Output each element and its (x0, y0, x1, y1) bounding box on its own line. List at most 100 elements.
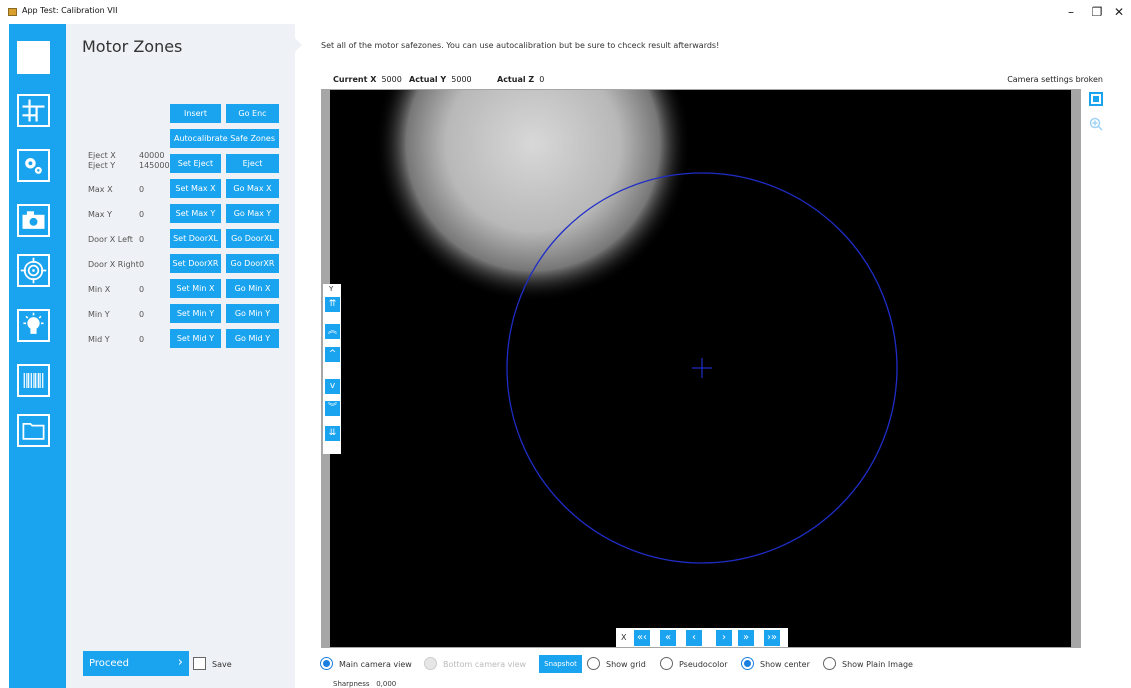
minimize-button[interactable]: – (1061, 5, 1081, 19)
x-right-fast-button[interactable]: ›» (764, 630, 780, 646)
set-door-xr-button[interactable]: Set DoorXR (170, 254, 221, 273)
y-jog-pad: Y ⇈ ︽ ^ v ︾ ⇊ (323, 284, 341, 454)
autocalibrate-button[interactable]: Autocalibrate Safe Zones (170, 129, 279, 148)
camera-status: Camera settings broken (1007, 75, 1103, 84)
row-value: 0 (139, 210, 145, 219)
nav-bar (9, 24, 73, 688)
lightbulb-icon[interactable] (17, 309, 50, 342)
main-camera-radio[interactable] (320, 657, 333, 670)
current-x-value: 5000 (381, 75, 402, 84)
y-down-button[interactable]: v (325, 379, 340, 394)
current-x-readout: Current X 5000 (333, 75, 402, 84)
panel-pointer (295, 38, 302, 52)
sharpness-label: Sharpness (333, 680, 370, 688)
folder-icon[interactable] (17, 414, 50, 447)
row-label: Max X (88, 185, 113, 194)
y-up-fast-button[interactable]: ⇈ (325, 297, 340, 312)
eject-y-value: 145000 (139, 161, 170, 170)
proceed-button[interactable]: Proceed › (83, 651, 189, 676)
go-door-xl-button[interactable]: Go DoorXL (226, 229, 279, 248)
set-min-x-button[interactable]: Set Min X (170, 279, 221, 298)
set-max-y-button[interactable]: Set Max Y (170, 204, 221, 223)
y-jog-label: Y (329, 285, 334, 293)
row-value: 0 (139, 235, 145, 244)
current-x-label: Current X (333, 75, 377, 84)
proceed-label: Proceed (89, 658, 130, 669)
gears-icon[interactable] (17, 149, 50, 182)
show-center-radio[interactable] (741, 657, 754, 670)
title-bar: App Test: Calibration VII – ❐ ✕ (0, 0, 1131, 24)
go-min-x-button[interactable]: Go Min X (226, 279, 279, 298)
main-camera-label: Main camera view (339, 660, 412, 669)
y-down-medium-button[interactable]: ︾ (325, 401, 340, 416)
x-right-medium-button[interactable]: » (738, 630, 754, 646)
show-grid-radio[interactable] (587, 657, 600, 670)
set-mid-y-button[interactable]: Set Mid Y (170, 329, 221, 348)
set-eject-button[interactable]: Set Eject (170, 154, 221, 173)
x-left-button[interactable]: ‹ (686, 630, 702, 646)
go-door-xr-button[interactable]: Go DoorXR (226, 254, 279, 273)
sharpness-value: 0,000 (376, 680, 397, 688)
row-value: 0 (139, 285, 145, 294)
y-up-medium-button[interactable]: ︽ (325, 324, 340, 339)
eject-y-label: Eject Y (88, 161, 116, 170)
actual-y-label: Actual Y (409, 75, 447, 84)
y-down-fast-button[interactable]: ⇊ (325, 426, 340, 441)
save-checkbox[interactable] (193, 657, 206, 670)
snapshot-button[interactable]: Snapshot (539, 655, 582, 673)
panel-title: Motor Zones (82, 37, 183, 56)
pseudocolor-radio[interactable] (660, 657, 673, 670)
x-jog-pad: X «‹ « ‹ › » ›» (616, 628, 788, 647)
fit-to-screen-icon[interactable] (1089, 91, 1103, 106)
camera-view[interactable] (330, 90, 1071, 647)
eject-button[interactable]: Eject (226, 154, 279, 173)
set-min-y-button[interactable]: Set Min Y (170, 304, 221, 323)
row-value: 0 (139, 335, 145, 344)
eject-x-label: Eject X (88, 151, 116, 160)
eject-x-value: 40000 (139, 151, 165, 160)
x-right-button[interactable]: › (716, 630, 732, 646)
show-plain-image-label: Show Plain Image (842, 660, 913, 669)
x-jog-label: X (621, 633, 627, 642)
insert-button[interactable]: Insert (170, 104, 221, 123)
x-left-medium-button[interactable]: « (660, 630, 676, 646)
actual-y-value: 5000 (451, 75, 472, 84)
row-value: 0 (139, 260, 145, 269)
window-title: App Test: Calibration VII (22, 6, 118, 15)
go-max-x-button[interactable]: Go Max X (226, 179, 279, 198)
bottom-camera-radio[interactable] (424, 657, 437, 670)
row-label: Door X Right (88, 260, 139, 269)
x-left-fast-button[interactable]: «‹ (634, 630, 650, 646)
row-label: Min Y (88, 310, 110, 319)
y-up-button[interactable]: ^ (325, 347, 340, 362)
show-plain-image-radio[interactable] (823, 657, 836, 670)
show-center-label: Show center (760, 660, 810, 669)
home-icon[interactable] (17, 41, 50, 74)
row-value: 0 (139, 310, 145, 319)
app-icon (8, 8, 17, 16)
actual-z-readout: Actual Z 0 (497, 75, 544, 84)
motor-zones-panel: Motor Zones (66, 24, 295, 688)
target-icon[interactable] (17, 254, 50, 287)
actual-z-label: Actual Z (497, 75, 535, 84)
zoom-in-icon[interactable] (1089, 116, 1103, 131)
camera-icon[interactable] (17, 204, 50, 237)
bottom-camera-label: Bottom camera view (443, 660, 527, 669)
set-max-x-button[interactable]: Set Max X (170, 179, 221, 198)
actual-y-readout: Actual Y 5000 (409, 75, 472, 84)
show-grid-label: Show grid (606, 660, 646, 669)
layout-icon[interactable] (17, 94, 50, 127)
go-mid-y-button[interactable]: Go Mid Y (226, 329, 279, 348)
chevron-right-icon: › (177, 655, 183, 670)
set-door-xl-button[interactable]: Set DoorXL (170, 229, 221, 248)
maximize-button[interactable]: ❐ (1087, 5, 1107, 19)
barcode-icon[interactable] (17, 364, 50, 397)
row-label: Max Y (88, 210, 112, 219)
go-min-y-button[interactable]: Go Min Y (226, 304, 279, 323)
row-value: 0 (139, 185, 145, 194)
save-label: Save (212, 660, 232, 669)
pseudocolor-label: Pseudocolor (679, 660, 728, 669)
go-max-y-button[interactable]: Go Max Y (226, 204, 279, 223)
close-button[interactable]: ✕ (1109, 5, 1129, 19)
go-enc-button[interactable]: Go Enc (226, 104, 279, 123)
